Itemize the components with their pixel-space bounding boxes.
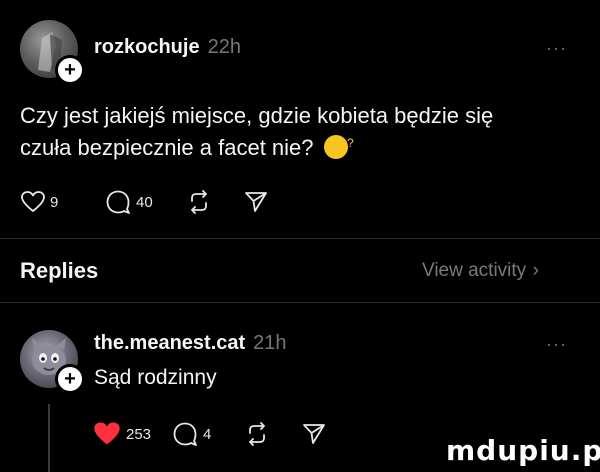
post-like-count: 9 (50, 193, 59, 211)
post-time: 22h (207, 36, 241, 58)
share-icon (303, 424, 325, 444)
watermark: mdupiu.pl (446, 434, 600, 467)
reply-comment-count: 4 (203, 425, 212, 443)
follow-plus-icon[interactable]: + (55, 55, 85, 85)
comment-icon (106, 190, 130, 214)
reply-comment-button[interactable]: 4 (172, 421, 211, 447)
view-activity-label: View activity (422, 260, 527, 281)
heart-filled-icon (94, 422, 120, 445)
comment-icon (173, 422, 197, 446)
reply-share-button[interactable] (302, 422, 326, 446)
post-more-button[interactable]: ··· (546, 38, 567, 59)
follow-plus-icon[interactable]: + (55, 364, 85, 394)
post-comment-count: 40 (136, 193, 153, 211)
reply-time: 21h (253, 332, 287, 354)
reply-like-count: 253 (126, 425, 152, 443)
reply-like-button[interactable]: 253 (92, 420, 151, 448)
replies-title: Replies (20, 258, 99, 283)
share-icon (245, 192, 267, 212)
post-share-button[interactable] (244, 190, 268, 214)
post-username[interactable]: rozkochuje (94, 36, 200, 58)
post-text: Czy jest jakiejś miejsce, gdzie kobieta … (20, 103, 494, 160)
chevron-right-icon: › (532, 260, 539, 281)
thinking-face-icon (323, 127, 354, 159)
post-text-block: Czy jest jakiejś miejsce, gdzie kobieta … (20, 100, 540, 164)
view-activity-link[interactable]: View activity › (422, 260, 539, 282)
reply-repost-button[interactable] (244, 422, 270, 446)
post-repost-button[interactable] (186, 190, 212, 214)
repost-icon (249, 422, 265, 446)
heart-outline-icon (21, 191, 45, 212)
replies-divider (0, 302, 600, 303)
post-like-button[interactable]: 9 (20, 190, 58, 214)
reply-more-button[interactable]: ··· (546, 334, 567, 355)
reply-text: Sąd rodzinny (94, 366, 217, 389)
post-divider (0, 238, 600, 239)
reply-username[interactable]: the.meanest.cat (94, 332, 245, 354)
thread-line (48, 404, 50, 472)
repost-icon (191, 190, 207, 214)
post-comment-button[interactable]: 40 (105, 189, 153, 215)
